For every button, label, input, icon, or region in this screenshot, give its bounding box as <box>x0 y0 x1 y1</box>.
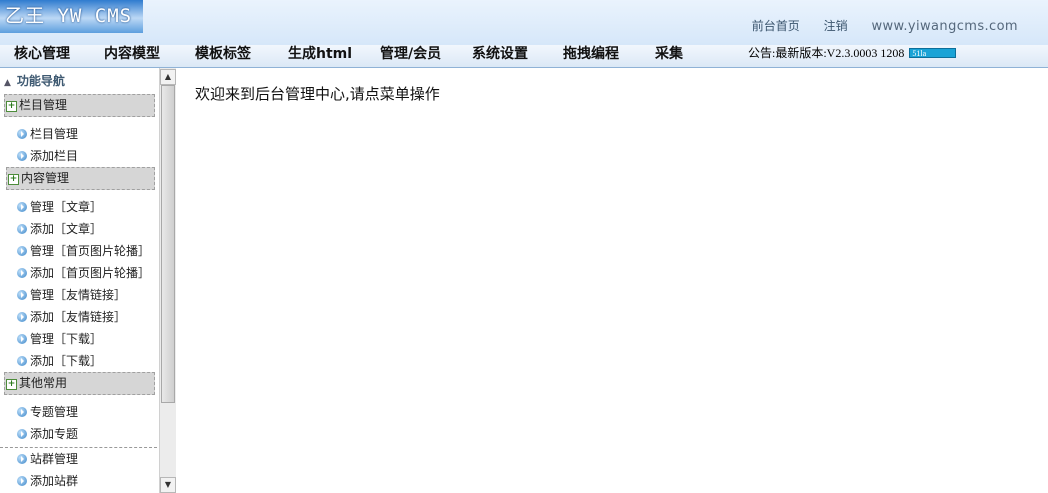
welcome-message: 欢迎来到后台管理中心,请点菜单操作 <box>195 85 440 103</box>
nav-label: 添加专题 <box>30 427 79 441</box>
sidebar-title-label: 功能导航 <box>16 74 65 88</box>
sidebar: ▲ 功能导航 + 栏目管理 栏目管理 添加栏目 + 内容管理 管理［文章］ 添加［文章… <box>0 68 160 493</box>
menu-template-tags[interactable]: 模板标签 <box>195 45 251 67</box>
menu-core[interactable]: 核心管理 <box>14 45 70 67</box>
nav-slider-manage[interactable]: 管理［首页图片轮播］ <box>0 240 159 262</box>
arrow-bullet-icon <box>17 224 27 234</box>
nav-label: 管理［首页图片轮播］ <box>30 244 151 258</box>
notice: 公告:最新版本:V2.3.0003 1208 51la <box>748 45 957 67</box>
nav-sitegroup-add[interactable]: 添加站群 <box>0 470 159 492</box>
nav-links-manage[interactable]: 管理［友情链接］ <box>0 284 159 306</box>
arrow-bullet-icon <box>17 476 27 486</box>
nav-label: 添加［下载］ <box>30 354 103 368</box>
main-content: 欢迎来到后台管理中心,请点菜单操作 <box>176 68 1048 493</box>
nav-label: 专题管理 <box>30 405 79 419</box>
group-label: 栏目管理 <box>19 98 68 112</box>
arrow-bullet-icon <box>17 246 27 256</box>
stat-badge[interactable]: 51la <box>909 48 957 58</box>
nav-label: 管理［文章］ <box>30 200 103 214</box>
arrow-bullet-icon <box>17 202 27 212</box>
nav-download-add[interactable]: 添加［下载］ <box>0 350 159 372</box>
notice-text: 公告:最新版本:V2.3.0003 1208 <box>748 46 905 60</box>
nav-article-manage[interactable]: 管理［文章］ <box>0 196 159 218</box>
arrow-bullet-icon <box>17 334 27 344</box>
nav-label: 添加［首页图片轮播］ <box>30 266 151 280</box>
top-links: 前台首页 注销 www.yiwangcms.com <box>732 17 1018 34</box>
group-label: 其他常用 <box>19 376 68 390</box>
scroll-down-arrow-icon[interactable]: ▼ <box>160 477 176 493</box>
sidebar-title[interactable]: ▲ 功能导航 <box>0 68 159 94</box>
arrow-bullet-icon <box>17 290 27 300</box>
arrow-bullet-icon <box>17 454 27 464</box>
top-header: 乙王 YW CMS 前台首页 注销 www.yiwangcms.com <box>0 0 1048 45</box>
scroll-up-arrow-icon[interactable]: ▲ <box>160 69 176 85</box>
menu-settings[interactable]: 系统设置 <box>472 45 528 67</box>
site-url-link[interactable]: www.yiwangcms.com <box>871 19 1018 34</box>
arrow-bullet-icon <box>17 312 27 322</box>
menu-drag-programming[interactable]: 拖拽编程 <box>563 45 619 67</box>
nav-label: 管理［友情链接］ <box>30 288 127 302</box>
nav-download-manage[interactable]: 管理［下载］ <box>0 328 159 350</box>
nav-label: 添加［文章］ <box>30 222 103 236</box>
nav-topic-add[interactable]: 添加专题 <box>0 423 159 445</box>
nav-label: 添加［友情链接］ <box>30 310 127 324</box>
arrow-bullet-icon <box>17 429 27 439</box>
menu-collect[interactable]: 采集 <box>655 45 683 67</box>
group-column-management[interactable]: + 栏目管理 <box>4 94 155 117</box>
arrow-bullet-icon <box>17 356 27 366</box>
nav-label: 栏目管理 <box>30 127 79 141</box>
nav-column-add[interactable]: 添加栏目 <box>0 145 159 167</box>
nav-topic-manage[interactable]: 专题管理 <box>0 401 159 423</box>
arrow-bullet-icon <box>17 407 27 417</box>
expand-plus-icon: + <box>6 379 17 390</box>
nav-article-add[interactable]: 添加［文章］ <box>0 218 159 240</box>
nav-label: 添加站群 <box>30 474 79 488</box>
arrow-bullet-icon <box>17 268 27 278</box>
arrow-bullet-icon <box>17 129 27 139</box>
frontend-home-link[interactable]: 前台首页 <box>752 19 800 33</box>
arrow-bullet-icon <box>17 151 27 161</box>
nav-label: 管理［下载］ <box>30 332 103 346</box>
nav-links-add[interactable]: 添加［友情链接］ <box>0 306 159 328</box>
menu-content-model[interactable]: 内容模型 <box>104 45 160 67</box>
menu-members[interactable]: 管理/会员 <box>380 45 441 67</box>
collapse-triangle-icon: ▲ <box>4 78 11 88</box>
scroll-thumb[interactable] <box>161 85 175 403</box>
logout-link[interactable]: 注销 <box>824 19 848 33</box>
expand-plus-icon: + <box>8 174 19 185</box>
app-logo: 乙王 YW CMS <box>0 0 143 33</box>
nav-column-manage[interactable]: 栏目管理 <box>0 123 159 145</box>
sidebar-scrollbar[interactable]: ▲ ▼ <box>159 68 176 493</box>
nav-slider-add[interactable]: 添加［首页图片轮播］ <box>0 262 159 284</box>
expand-plus-icon: + <box>6 101 17 112</box>
nav-sitegroup-manage[interactable]: 站群管理 <box>0 448 159 470</box>
menu-generate-html[interactable]: 生成html <box>288 45 352 67</box>
group-label: 内容管理 <box>21 171 70 185</box>
nav-label: 添加栏目 <box>30 149 79 163</box>
main-menu: 核心管理 内容模型 模板标签 生成html 管理/会员 系统设置 拖拽编程 采集… <box>0 45 1048 68</box>
group-content-management[interactable]: + 内容管理 <box>6 167 155 190</box>
group-other-common[interactable]: + 其他常用 <box>4 372 155 395</box>
nav-label: 站群管理 <box>30 452 79 466</box>
